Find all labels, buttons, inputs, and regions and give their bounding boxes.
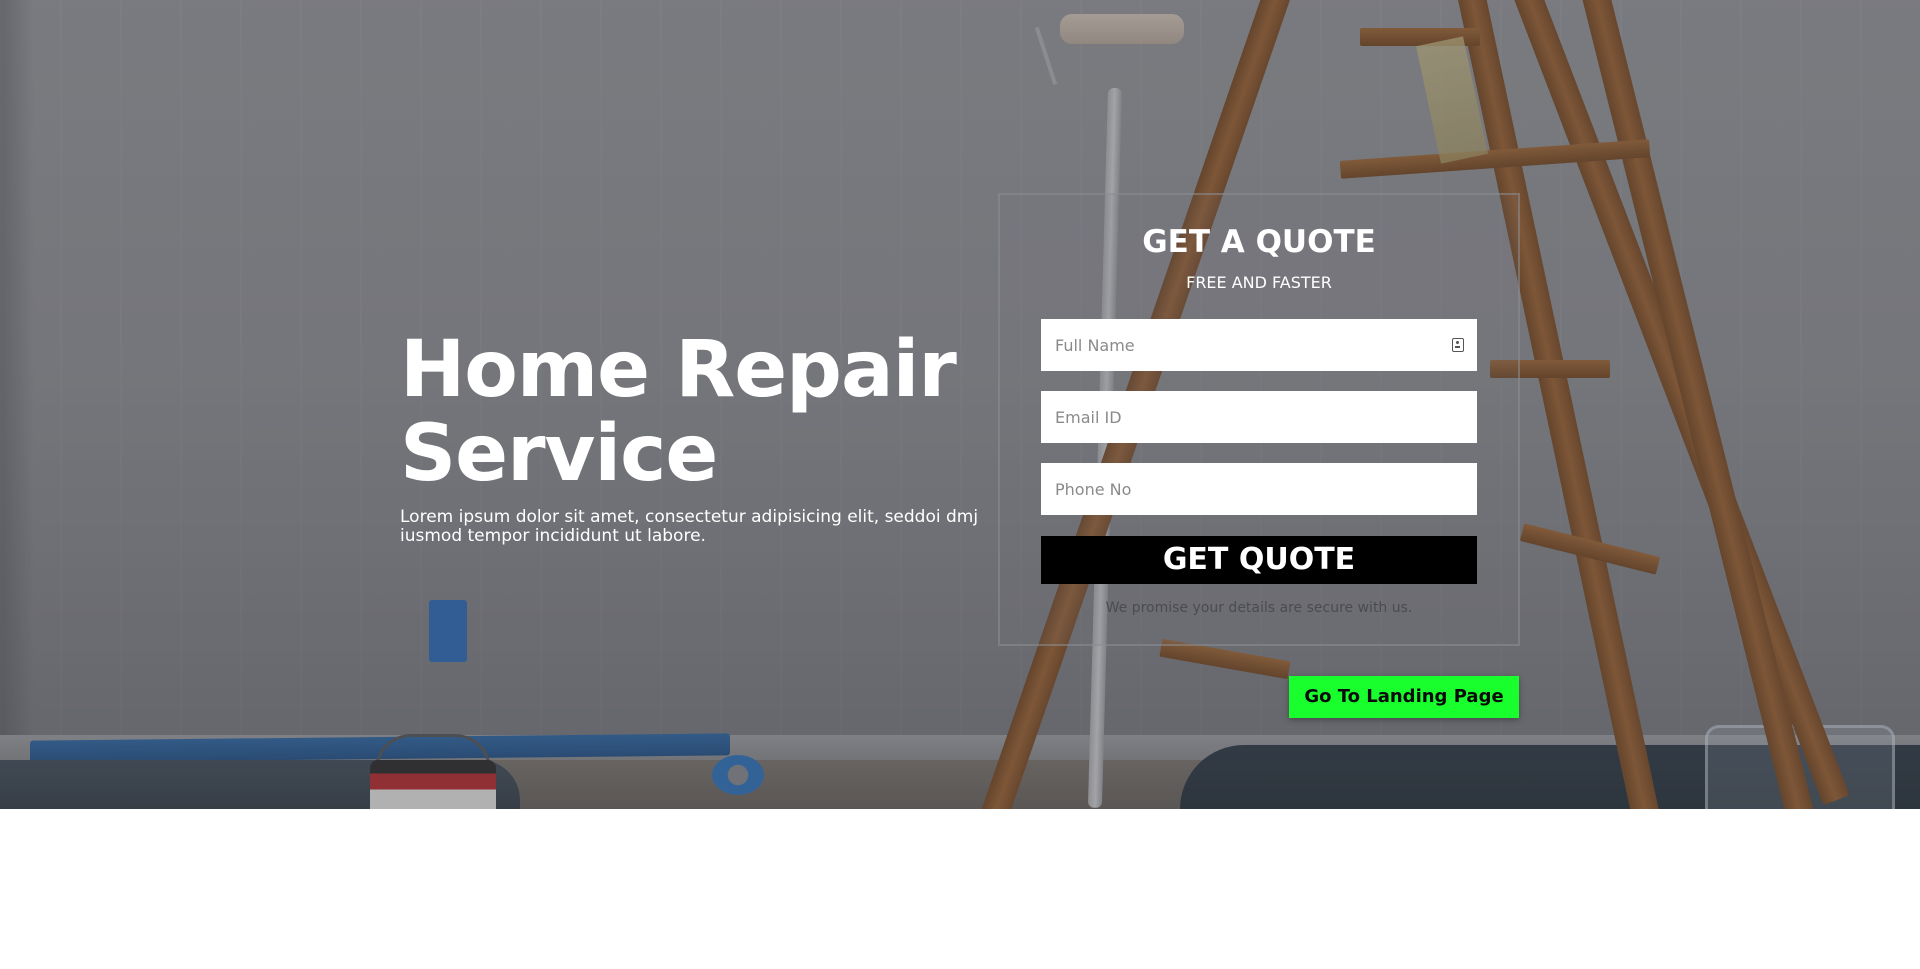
get-quote-button[interactable]: GET QUOTE [1041,536,1477,584]
full-name-input[interactable] [1041,319,1477,371]
quote-form-card: GET A QUOTE FREE AND FASTER GET QUOTE We… [998,193,1520,646]
contact-card-icon [1452,338,1464,352]
hero-section: Home Repair Service Lorem ipsum dolor si… [0,0,1920,809]
go-to-landing-page-button[interactable]: Go To Landing Page [1289,676,1519,718]
quote-form-subtitle: FREE AND FASTER [1186,273,1332,292]
page-content-area [0,809,1920,969]
quote-form-title: GET A QUOTE [1142,224,1376,260]
phone-input[interactable] [1041,463,1477,515]
email-input[interactable] [1041,391,1477,443]
secure-details-note: We promise your details are secure with … [1105,600,1413,616]
hero-description: Lorem ipsum dolor sit amet, consectetur … [400,507,979,546]
hero-title: Home Repair Service [400,325,957,499]
